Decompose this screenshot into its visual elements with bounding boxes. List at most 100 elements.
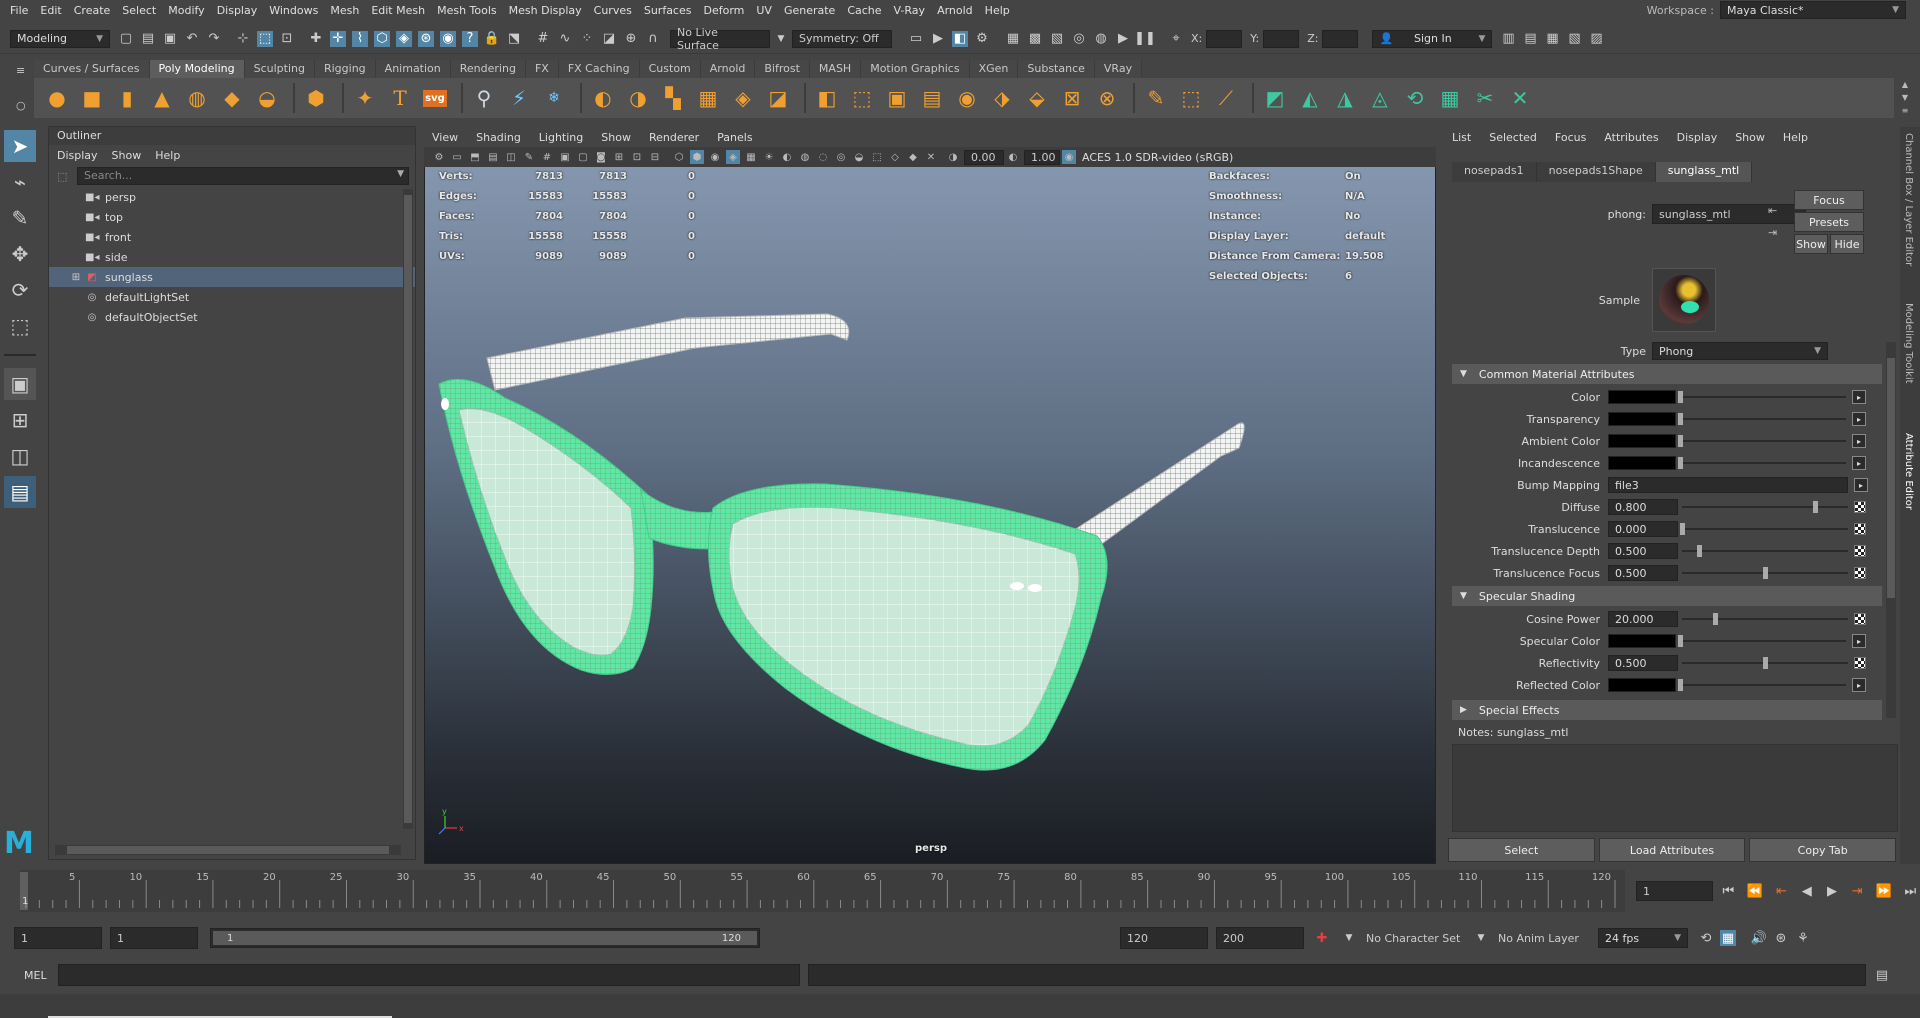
fill-hole-icon[interactable]: ◉ [952, 83, 982, 113]
highlight-icon[interactable]: ⬔ [506, 31, 522, 47]
loop-icon[interactable]: ⟲ [1698, 930, 1714, 946]
menu-mesh-display[interactable]: Mesh Display [505, 4, 590, 17]
select-dynamics-icon[interactable]: ⊛ [418, 30, 434, 47]
sculpt-tool-icon[interactable]: ⚲ [469, 83, 499, 113]
menu-edit-mesh[interactable]: Edit Mesh [367, 4, 433, 17]
attr-slider[interactable] [1682, 566, 1848, 580]
cylindrical-map-icon[interactable]: ◭ [1295, 83, 1325, 113]
anti-aliasing-icon[interactable]: ◎ [834, 150, 848, 164]
uv-editor-icon[interactable]: ❄ [539, 83, 569, 113]
shelf-tab-arnold[interactable]: Arnold [700, 60, 756, 78]
y-field[interactable] [1263, 29, 1300, 48]
cache-playback-icon[interactable]: ▦ [1720, 930, 1736, 946]
bevel-icon[interactable]: ◧ [812, 83, 842, 113]
single-perspective-layout-icon[interactable]: ▣ [4, 368, 36, 400]
xray-joints-icon[interactable]: ✕ [924, 150, 938, 164]
chevron-down-icon[interactable]: ▼ [773, 31, 789, 47]
time-slider[interactable]: 5 10 15 20 25 30 35 40 45 50 55 60 65 70 75 80 85 90 95 100… [20, 870, 1625, 912]
triangulate-icon[interactable]: ⊗ [1092, 83, 1122, 113]
playback-speed-icon[interactable]: ⊛ [1773, 930, 1789, 946]
material-sample-swatch[interactable] [1652, 268, 1716, 332]
attr-slider[interactable] [1682, 544, 1848, 558]
attr-value-field[interactable]: 0.500 [1608, 565, 1678, 581]
shelf-tab-fx-caching[interactable]: FX Caching [558, 60, 640, 78]
menu-surfaces[interactable]: Surfaces [640, 4, 700, 17]
extrude-icon[interactable]: ▣ [882, 83, 912, 113]
outliner-item[interactable]: ■◂ top [49, 207, 415, 227]
poly-cone-icon[interactable]: ▲ [147, 83, 177, 113]
camera-attr-icon[interactable]: ▭ [450, 150, 464, 164]
extract-icon[interactable]: ▚ [658, 83, 688, 113]
move-tool-icon[interactable]: ✥ [4, 238, 36, 270]
menu-mesh[interactable]: Mesh [326, 4, 367, 17]
select-rendering-icon[interactable]: ◉ [440, 30, 456, 47]
viewport-menu-panels[interactable]: Panels [717, 131, 752, 144]
current-frame-input[interactable]: 1 [1636, 881, 1713, 901]
shelf-tab-custom[interactable]: Custom [639, 60, 701, 78]
node-tab-nosepads1[interactable]: nosepads1 [1452, 162, 1537, 182]
super-shape-icon[interactable]: ✦ [350, 83, 380, 113]
slider-thumb[interactable] [1678, 457, 1683, 469]
render-view-icon[interactable]: ▭ [908, 31, 924, 47]
outliner-item[interactable]: ◎ defaultObjectSet [49, 307, 415, 327]
outliner-item[interactable]: ⊞ ◩ sunglass [49, 267, 415, 287]
animation-end-input[interactable]: 200 [1216, 927, 1304, 949]
outliner-item[interactable]: ◎ defaultLightSet [49, 287, 415, 307]
sound-icon[interactable]: 🔊 [1751, 930, 1767, 946]
attr-slider[interactable] [1682, 656, 1848, 670]
poly-torus-icon[interactable]: ◍ [182, 83, 212, 113]
play-forwards-icon[interactable]: ▶ [1825, 883, 1838, 899]
select-hierarchy-icon[interactable]: ⊹ [235, 31, 251, 47]
cut-uv-icon[interactable]: ✂ [1470, 83, 1500, 113]
map-button-icon[interactable]: ▸ [1854, 478, 1868, 492]
type-tool-icon[interactable]: T [385, 83, 415, 113]
viewport-menu-lighting[interactable]: Lighting [539, 131, 583, 144]
attr-text-field[interactable]: file3 [1608, 477, 1848, 493]
snap-grid-icon[interactable]: # [535, 31, 551, 47]
map-button-icon[interactable]: ▸ [1852, 390, 1866, 404]
attr-value-field[interactable]: 0.500 [1608, 543, 1678, 559]
show-button[interactable]: Show [1794, 234, 1828, 254]
poly-cube-icon[interactable]: ■ [77, 83, 107, 113]
map-button-icon[interactable]: ▸ [1852, 678, 1866, 692]
layout-icon[interactable]: ▥ [1500, 31, 1516, 47]
field-chart-icon[interactable]: ⊞ [612, 150, 626, 164]
slider-thumb[interactable] [1713, 613, 1719, 625]
select-component-icon[interactable]: ⊡ [279, 31, 295, 47]
step-back-frame-icon[interactable]: ⏪ [1747, 883, 1763, 899]
sign-in-dropdown[interactable]: 👤 Sign In ▼ [1372, 29, 1493, 48]
ipr-render-icon[interactable]: ◧ [952, 30, 968, 47]
smooth-shade-icon[interactable]: ⬢ [690, 150, 704, 164]
color-swatch[interactable] [1608, 434, 1676, 448]
snap-point-icon[interactable]: ⁘ [579, 31, 595, 47]
live-surface-field[interactable]: No Live Surface [670, 26, 770, 52]
layout-icon[interactable]: ▧ [1566, 31, 1582, 47]
select-tool-icon[interactable]: ➤ [4, 130, 36, 162]
slider-thumb[interactable] [1696, 545, 1702, 557]
chevron-down-icon[interactable]: ▼ [1341, 930, 1357, 946]
shadows-icon[interactable]: ◐ [780, 150, 794, 164]
menu-modify[interactable]: Modify [164, 4, 212, 17]
attr-slider[interactable] [1678, 634, 1846, 648]
menu-display[interactable]: Display [213, 4, 266, 17]
ae-menu-list[interactable]: List [1452, 131, 1471, 144]
outliner-hscroll[interactable] [55, 845, 401, 855]
notes-textarea[interactable] [1452, 744, 1898, 832]
hide-button[interactable]: Hide [1830, 234, 1864, 254]
side-tab-attribute-editor[interactable]: Attribute Editor [1900, 427, 1917, 527]
texture-map-icon[interactable] [1854, 613, 1866, 625]
attr-value-field[interactable]: 20.000 [1608, 611, 1678, 627]
attr-value-field[interactable]: 0.000 [1608, 521, 1678, 537]
step-back-key-icon[interactable]: ⇤ [1775, 883, 1788, 899]
render-frame-icon[interactable]: ▶ [930, 31, 946, 47]
poly-plane-icon[interactable]: ◆ [217, 83, 247, 113]
slider-thumb[interactable] [1763, 657, 1768, 669]
map-button-icon[interactable]: ▸ [1852, 412, 1866, 426]
time-ruler[interactable]: 5 10 15 20 25 30 35 40 45 50 55 60 65 70 75 80 85 90 95 100… [20, 870, 1625, 912]
section-special-effects[interactable]: ▶ Special Effects [1452, 700, 1882, 720]
grid-icon[interactable]: # [540, 150, 554, 164]
attr-slider[interactable] [1678, 678, 1846, 692]
shelf-tab-animation[interactable]: Animation [375, 60, 451, 78]
menu-arnold[interactable]: Arnold [933, 4, 981, 17]
node-name-input[interactable]: sunglass_mtl [1652, 204, 1806, 224]
